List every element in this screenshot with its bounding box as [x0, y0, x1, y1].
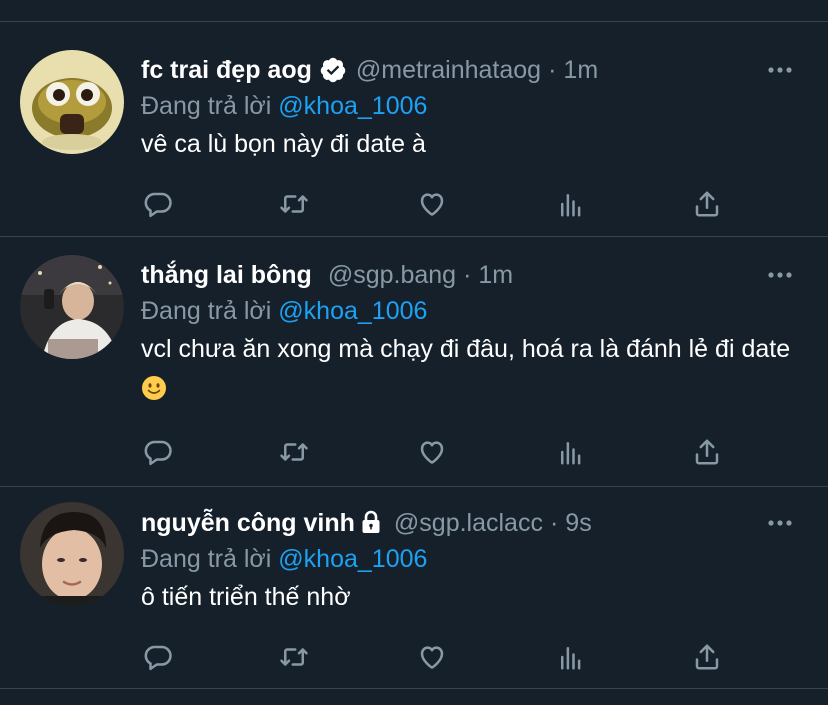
separator-dot: · [463, 260, 472, 289]
replying-to-label: Đang trả lời [141, 545, 272, 573]
share-icon[interactable] [687, 637, 727, 677]
mention-link[interactable]: @khoa_1006 [278, 545, 427, 573]
avatar[interactable] [20, 502, 124, 606]
action-bar [141, 184, 741, 224]
analytics-icon[interactable] [551, 432, 591, 472]
like-icon[interactable] [412, 184, 452, 224]
reply-icon[interactable] [138, 432, 178, 472]
display-name[interactable]: thắng lai bông [141, 261, 312, 290]
retweet-icon[interactable] [274, 637, 314, 677]
mention-link[interactable]: @khoa_1006 [278, 92, 427, 120]
timestamp[interactable]: 1m [478, 261, 513, 290]
tweet-header: thắng lai bông @sgp.bang · 1m [141, 257, 798, 293]
analytics-icon[interactable] [551, 637, 591, 677]
mention-link[interactable]: @khoa_1006 [278, 297, 427, 325]
tweet-reply[interactable]: thắng lai bông @sgp.bang · 1m Đang trả l… [0, 237, 828, 487]
tweet-header: fc trai đẹp aog @metrainhataog · 1m [141, 52, 798, 88]
like-icon[interactable] [412, 637, 452, 677]
share-icon[interactable] [687, 184, 727, 224]
tweet-text-body: vcl chưa ăn xong mà chạy đi đâu, hoá ra … [141, 335, 791, 363]
retweet-icon[interactable] [274, 432, 314, 472]
avatar[interactable] [20, 50, 124, 154]
display-name[interactable]: nguyễn công vinh [141, 509, 355, 538]
separator-dot: · [548, 55, 557, 84]
timestamp[interactable]: 9s [565, 509, 591, 538]
tweet-text: vcl chưa ăn xong mà chạy đi đâu, hoá ra … [141, 329, 798, 411]
display-name[interactable]: fc trai đẹp aog [141, 56, 312, 85]
more-icon[interactable] [762, 257, 798, 293]
replying-to: Đang trả lời @khoa_1006 [141, 541, 798, 577]
more-icon[interactable] [762, 505, 798, 541]
more-icon[interactable] [762, 52, 798, 88]
tweet-reply[interactable]: fc trai đẹp aog @metrainhataog · 1m Đang… [0, 22, 828, 237]
replying-to: Đang trả lời @khoa_1006 [141, 293, 798, 329]
replying-to-label: Đang trả lời [141, 297, 272, 325]
replying-to-label: Đang trả lời [141, 92, 272, 120]
handle[interactable]: @sgp.laclacc [394, 509, 543, 538]
like-icon[interactable] [412, 432, 452, 472]
retweet-icon[interactable] [274, 184, 314, 224]
tweet-text: vê ca lù bọn này đi date à [141, 130, 426, 158]
handle[interactable]: @sgp.bang [328, 261, 456, 290]
tweet-text: ô tiến triển thế nhờ [141, 583, 351, 611]
timestamp[interactable]: 1m [563, 56, 598, 85]
slightly-smiling-face-emoji [141, 373, 167, 400]
separator-dot: · [549, 508, 559, 537]
verified-icon [319, 56, 347, 84]
analytics-icon[interactable] [551, 184, 591, 224]
action-bar [141, 432, 741, 472]
handle[interactable]: @metrainhataog [356, 56, 541, 85]
action-bar [141, 637, 741, 677]
lock-icon [359, 509, 385, 537]
share-icon[interactable] [687, 432, 727, 472]
reply-icon[interactable] [138, 637, 178, 677]
replying-to: Đang trả lời @khoa_1006 [141, 88, 798, 124]
avatar[interactable] [20, 255, 124, 359]
tweet-reply[interactable]: nguyễn công vinh @sgp.laclacc · 9s Đang … [0, 487, 828, 689]
tweet-header: nguyễn công vinh @sgp.laclacc · 9s [141, 505, 798, 541]
reply-icon[interactable] [138, 184, 178, 224]
